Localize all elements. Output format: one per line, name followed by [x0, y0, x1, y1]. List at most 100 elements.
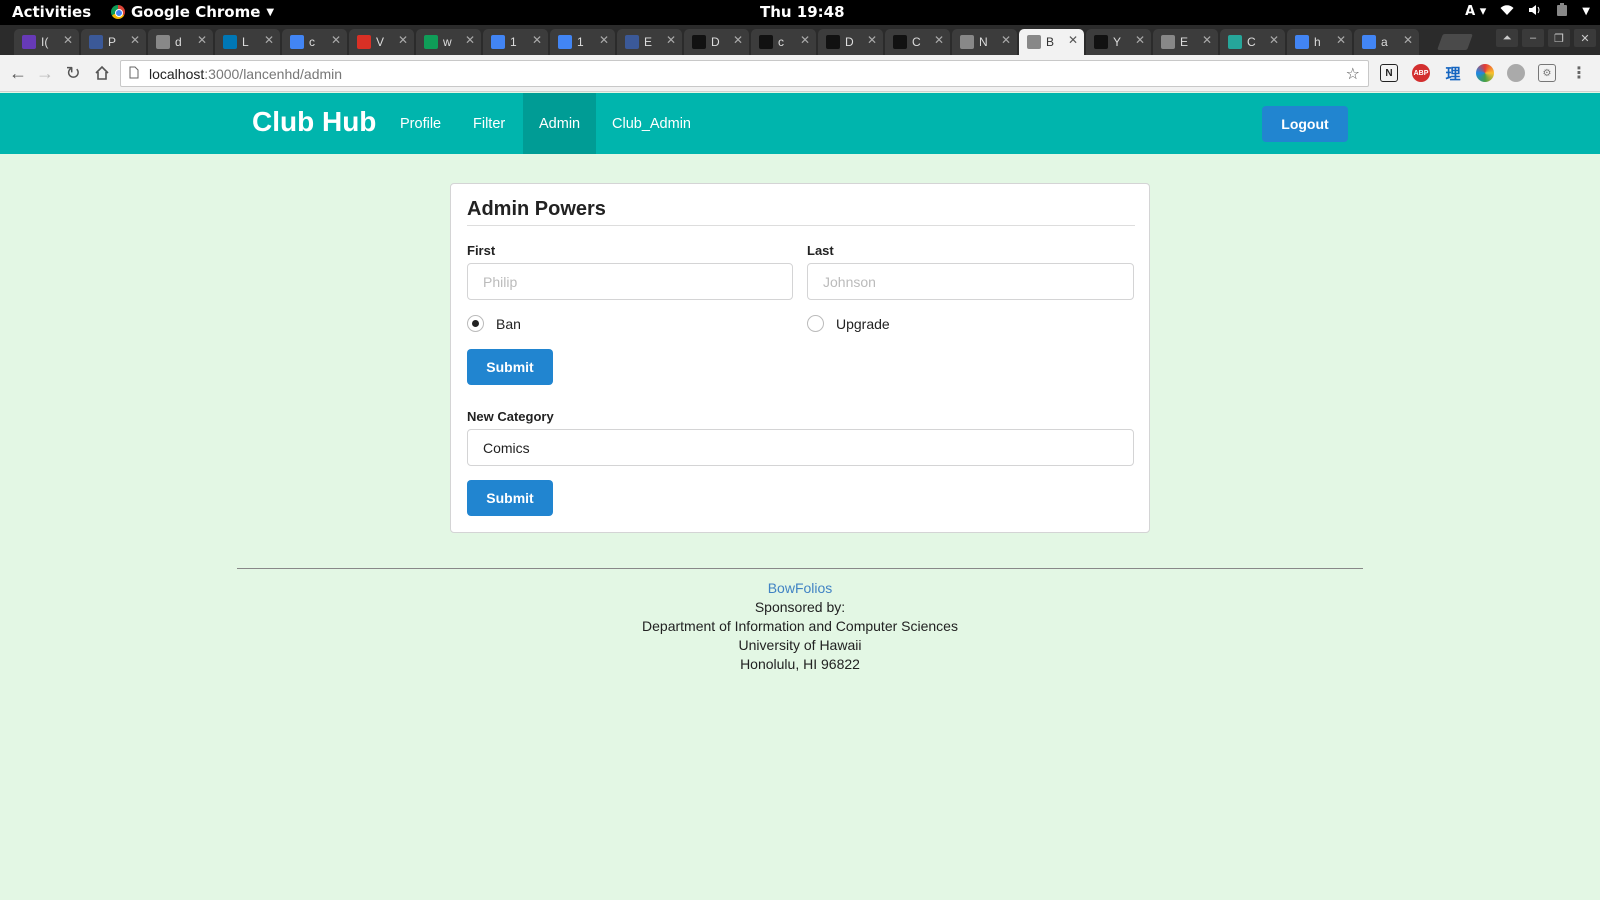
first-name-input[interactable]: [467, 263, 793, 300]
new-category-label: New Category: [467, 409, 554, 424]
browser-tab[interactable]: I(✕: [14, 29, 79, 55]
browser-tab[interactable]: P ✕: [81, 29, 146, 55]
app-menu[interactable]: Google Chrome ▼: [111, 3, 274, 21]
logout-button[interactable]: Logout: [1262, 106, 1348, 142]
browser-tab[interactable]: d ✕: [148, 29, 213, 55]
browser-tab[interactable]: D ✕: [684, 29, 749, 55]
extension-settings-icon[interactable]: ⚙: [1538, 64, 1556, 82]
nav-item-profile[interactable]: Profile: [384, 93, 457, 154]
bookmark-star-icon[interactable]: ☆: [1346, 64, 1360, 84]
tab-close-icon[interactable]: ✕: [197, 33, 207, 47]
reload-button[interactable]: ↻: [62, 62, 84, 84]
profile-icon[interactable]: ⏶: [1496, 29, 1518, 47]
browser-tab[interactable]: N ✕: [952, 29, 1017, 55]
tab-close-icon[interactable]: ✕: [599, 33, 609, 47]
tab-favicon-icon: [22, 35, 36, 49]
tab-title: w: [443, 35, 452, 49]
dictionary-extension-icon[interactable]: 理: [1444, 64, 1462, 83]
close-window-button[interactable]: ✕: [1574, 29, 1596, 47]
activities-button[interactable]: Activities: [12, 3, 91, 21]
new-category-input[interactable]: [467, 429, 1134, 466]
tab-close-icon[interactable]: ✕: [398, 33, 408, 47]
tab-close-icon[interactable]: ✕: [264, 33, 274, 47]
tab-close-icon[interactable]: ✕: [63, 33, 73, 47]
bowfolios-link[interactable]: BowFolios: [768, 580, 833, 596]
browser-tab[interactable]: 1 ✕: [550, 29, 615, 55]
footer-sponsored: Sponsored by:: [754, 599, 846, 615]
nav-item-admin[interactable]: Admin: [523, 93, 597, 154]
category-submit-button[interactable]: Submit: [467, 480, 553, 516]
browser-tab[interactable]: a ✕: [1354, 29, 1419, 55]
browser-tab[interactable]: c ✕: [282, 29, 347, 55]
nav-item-filter[interactable]: Filter: [457, 93, 521, 154]
browser-toolbar: ← → ↻ localhost:3000/lancenhd/admin ☆ N …: [0, 55, 1600, 92]
tab-close-icon[interactable]: ✕: [1068, 33, 1078, 47]
back-button[interactable]: ←: [7, 62, 29, 84]
browser-tab[interactable]: 1 ✕: [483, 29, 548, 55]
tab-close-icon[interactable]: ✕: [1336, 33, 1346, 47]
tab-close-icon[interactable]: ✕: [532, 33, 542, 47]
first-name-label: First: [467, 243, 496, 258]
tab-close-icon[interactable]: ✕: [1269, 33, 1279, 47]
tab-close-icon[interactable]: ✕: [1135, 33, 1145, 47]
tab-title: c: [309, 35, 315, 49]
browser-tab[interactable]: h ✕: [1287, 29, 1352, 55]
page-info-icon[interactable]: [129, 66, 139, 82]
tab-close-icon[interactable]: ✕: [934, 33, 944, 47]
new-tab-button[interactable]: [1437, 34, 1473, 50]
footer-address: Honolulu, HI 96822: [740, 656, 860, 672]
tab-title: E: [1180, 35, 1189, 49]
radio-ban-indicator[interactable]: [467, 315, 484, 332]
brand-title[interactable]: Club Hub: [252, 106, 376, 138]
tab-close-icon[interactable]: ✕: [465, 33, 475, 47]
browser-tab[interactable]: c ✕: [751, 29, 816, 55]
footer: BowFolios Sponsored by: Department of In…: [0, 579, 1600, 674]
tab-close-icon[interactable]: ✕: [867, 33, 877, 47]
browser-tab[interactable]: C ✕: [1220, 29, 1285, 55]
input-indicator[interactable]: A ▾: [1465, 4, 1486, 19]
system-menu-chevron-icon[interactable]: ▼: [1582, 6, 1590, 17]
tab-favicon-icon: [357, 35, 371, 49]
tab-close-icon[interactable]: ✕: [1001, 33, 1011, 47]
forward-button[interactable]: →: [34, 62, 56, 84]
browser-tab[interactable]: w ✕: [416, 29, 481, 55]
browser-tab[interactable]: L ✕: [215, 29, 280, 55]
tab-favicon-icon: [1295, 35, 1309, 49]
chrome-menu-icon[interactable]: ⋮: [1570, 64, 1588, 82]
home-button[interactable]: [91, 62, 113, 84]
system-tray[interactable]: A ▾ ▼: [1465, 3, 1590, 20]
browser-tab[interactable]: E ✕: [617, 29, 682, 55]
tab-close-icon[interactable]: ✕: [130, 33, 140, 47]
radio-upgrade-indicator[interactable]: [807, 315, 824, 332]
tab-title: 1: [510, 35, 517, 49]
tab-favicon-icon: [1228, 35, 1242, 49]
extension-n-icon[interactable]: N: [1380, 64, 1398, 82]
adblock-icon[interactable]: ABP: [1412, 64, 1430, 82]
nav-item-club-admin[interactable]: Club_Admin: [596, 93, 707, 154]
tab-close-icon[interactable]: ✕: [1202, 33, 1212, 47]
tab-close-icon[interactable]: ✕: [733, 33, 743, 47]
browser-tab[interactable]: B ✕: [1019, 29, 1084, 55]
last-name-input[interactable]: [807, 263, 1134, 300]
browser-tab[interactable]: C ✕: [885, 29, 950, 55]
maximize-button[interactable]: ❐: [1548, 29, 1570, 47]
minimize-button[interactable]: –: [1522, 29, 1544, 47]
tab-close-icon[interactable]: ✕: [1403, 33, 1413, 47]
admin-powers-card: Admin Powers First Last Ban Upgrade Subm…: [450, 183, 1150, 533]
tab-close-icon[interactable]: ✕: [331, 33, 341, 47]
radio-upgrade-label: Upgrade: [836, 315, 890, 332]
browser-tab[interactable]: V ✕: [349, 29, 414, 55]
tab-favicon-icon: [1362, 35, 1376, 49]
browser-tab[interactable]: Y ✕: [1086, 29, 1151, 55]
color-picker-icon[interactable]: [1476, 64, 1494, 82]
admin-submit-button[interactable]: Submit: [467, 349, 553, 385]
tab-close-icon[interactable]: ✕: [800, 33, 810, 47]
tab-close-icon[interactable]: ✕: [666, 33, 676, 47]
clock[interactable]: Thu 19:48: [760, 3, 845, 21]
radio-ban[interactable]: Ban: [467, 315, 521, 332]
address-bar[interactable]: localhost:3000/lancenhd/admin ☆: [120, 60, 1369, 87]
palette-extension-icon[interactable]: [1507, 64, 1525, 82]
browser-tab[interactable]: E ✕: [1153, 29, 1218, 55]
browser-tab[interactable]: D ✕: [818, 29, 883, 55]
radio-upgrade[interactable]: Upgrade: [807, 315, 890, 332]
